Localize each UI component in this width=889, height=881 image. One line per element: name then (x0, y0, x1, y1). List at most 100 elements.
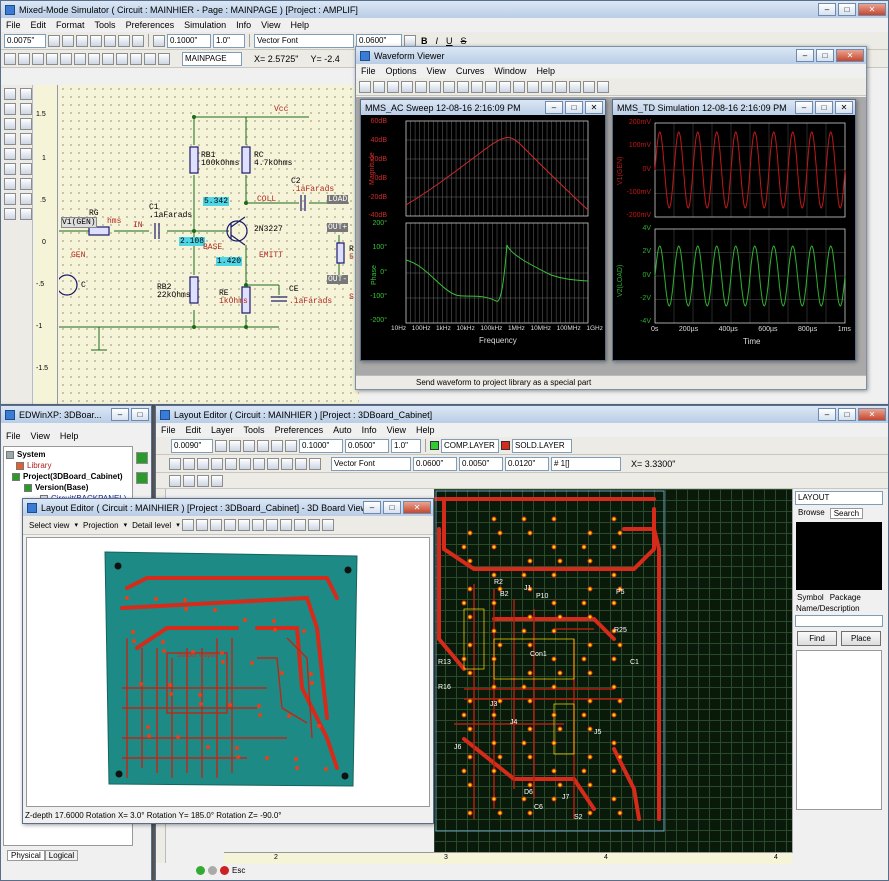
zoom-fit-icon[interactable] (76, 34, 88, 47)
move-icon[interactable] (321, 519, 334, 531)
print-icon[interactable] (429, 80, 441, 93)
italic-button[interactable]: I (433, 36, 442, 46)
step-combo[interactable]: 0.1000" (299, 438, 343, 453)
grid-icon[interactable] (153, 34, 165, 47)
zoom-fit-icon[interactable] (243, 439, 255, 452)
menu-simulation[interactable]: Simulation (179, 20, 231, 30)
pcb-canvas[interactable]: R2 J1 B2 P5 P10 Con1 J3 J4 J6 D6 C6 J7 S… (434, 489, 792, 853)
refresh-icon[interactable] (132, 34, 144, 47)
tool-icon[interactable] (4, 193, 16, 205)
minimize-button[interactable]: – (795, 101, 813, 114)
menu-layer[interactable]: Layer (206, 425, 239, 435)
clearance-combo[interactable]: 0.0500" (345, 438, 389, 453)
maximize-button[interactable]: □ (131, 408, 149, 421)
minimize-button[interactable]: – (818, 408, 836, 421)
save-image-icon[interactable] (195, 519, 208, 531)
measure-icon[interactable] (457, 80, 469, 93)
maximize-button[interactable]: □ (815, 101, 833, 114)
close-button[interactable]: ✕ (835, 101, 853, 114)
zoom-combo[interactable]: 1.0" (213, 33, 245, 48)
sold-layer-combo[interactable]: SOLD.LAYER (512, 438, 572, 453)
probe-base[interactable]: 2.108 (179, 237, 206, 246)
bus-icon[interactable] (32, 52, 44, 65)
tree-item-library[interactable]: Library (6, 460, 130, 471)
open-icon[interactable] (359, 80, 371, 93)
zoom-out-icon[interactable] (62, 34, 74, 47)
maximize-button[interactable]: □ (838, 3, 856, 16)
copy-icon[interactable] (181, 519, 194, 531)
pan-icon[interactable] (271, 439, 283, 452)
zoom-in-icon[interactable] (215, 439, 227, 452)
tool-icon[interactable] (20, 88, 32, 100)
search-results-list[interactable] (796, 650, 882, 810)
3d-viewport[interactable]: Solder Layer (26, 537, 430, 807)
add-curve-icon[interactable] (541, 80, 553, 93)
zoom-in-icon[interactable] (209, 519, 222, 531)
strike-button[interactable]: S (458, 36, 470, 46)
view-top-icon[interactable] (265, 519, 278, 531)
tree-item-system[interactable]: System (6, 449, 130, 460)
find-button[interactable]: Find (797, 631, 837, 646)
check-icon[interactable] (144, 52, 156, 65)
zoom-fit-icon[interactable] (237, 519, 250, 531)
tool-icon[interactable] (4, 163, 16, 175)
component-icon[interactable] (46, 52, 58, 65)
tree-tool-icon[interactable] (136, 472, 148, 484)
drc-icon[interactable] (253, 457, 265, 470)
net-combo[interactable]: # 1[] (551, 456, 621, 471)
zoom-area-icon[interactable] (257, 439, 269, 452)
menu-info[interactable]: Info (357, 425, 382, 435)
minimize-button[interactable]: – (796, 49, 814, 62)
route-icon[interactable] (183, 457, 195, 470)
zoom-in-icon[interactable] (471, 80, 483, 93)
width-combo[interactable]: 0.0050" (459, 456, 503, 471)
menu-help[interactable]: Help (55, 431, 84, 441)
menu-options[interactable]: Options (381, 66, 422, 76)
comp-layer-combo[interactable]: COMP.LAYER (441, 438, 499, 453)
zoom-out-icon[interactable] (485, 80, 497, 93)
menu-help[interactable]: Help (411, 425, 440, 435)
maximize-button[interactable]: □ (383, 501, 401, 514)
tool-icon[interactable] (4, 178, 16, 190)
projection-menu[interactable]: Projection (80, 521, 122, 530)
minimize-button[interactable]: – (545, 101, 563, 114)
library-icon[interactable] (158, 52, 170, 65)
menu-view[interactable]: View (422, 66, 451, 76)
library-icon[interactable] (415, 80, 427, 93)
simulate-icon[interactable] (102, 52, 114, 65)
tool-icon[interactable] (183, 474, 195, 487)
layers-icon[interactable] (295, 457, 307, 470)
pad-icon[interactable] (211, 457, 223, 470)
tool-icon[interactable] (20, 163, 32, 175)
area-icon[interactable] (225, 457, 237, 470)
tab-browse[interactable]: Browse (795, 508, 828, 519)
tab-search[interactable]: Search (829, 508, 864, 519)
tool-icon[interactable] (4, 118, 16, 130)
menu-file[interactable]: File (1, 431, 26, 441)
menu-preferences[interactable]: Preferences (270, 425, 329, 435)
fft-icon[interactable] (513, 80, 525, 93)
tool-icon[interactable] (4, 88, 16, 100)
tool-icon[interactable] (20, 118, 32, 130)
delete-icon[interactable] (74, 52, 86, 65)
back-arrow-icon[interactable] (583, 80, 595, 93)
menu-auto[interactable]: Auto (328, 425, 357, 435)
autoroute-icon[interactable] (267, 457, 279, 470)
tool-icon[interactable] (20, 178, 32, 190)
view-iso-icon[interactable] (307, 519, 320, 531)
menu-edit[interactable]: Edit (181, 425, 207, 435)
page-combo[interactable]: MAINPAGE (182, 51, 242, 66)
maximize-button[interactable]: □ (838, 408, 856, 421)
via-icon[interactable] (197, 457, 209, 470)
bold-button[interactable]: B (418, 36, 431, 46)
zoom-out-icon[interactable] (229, 439, 241, 452)
zoom-area-icon[interactable] (90, 34, 102, 47)
menu-file[interactable]: File (156, 425, 181, 435)
probe-icon[interactable] (116, 52, 128, 65)
menu-tools[interactable]: Tools (90, 20, 121, 30)
cursor-icon[interactable] (443, 80, 455, 93)
tab-logical[interactable]: Logical (44, 850, 79, 861)
place-button[interactable]: Place (841, 631, 881, 646)
grid-icon[interactable] (527, 80, 539, 93)
menu-curves[interactable]: Curves (451, 66, 490, 76)
